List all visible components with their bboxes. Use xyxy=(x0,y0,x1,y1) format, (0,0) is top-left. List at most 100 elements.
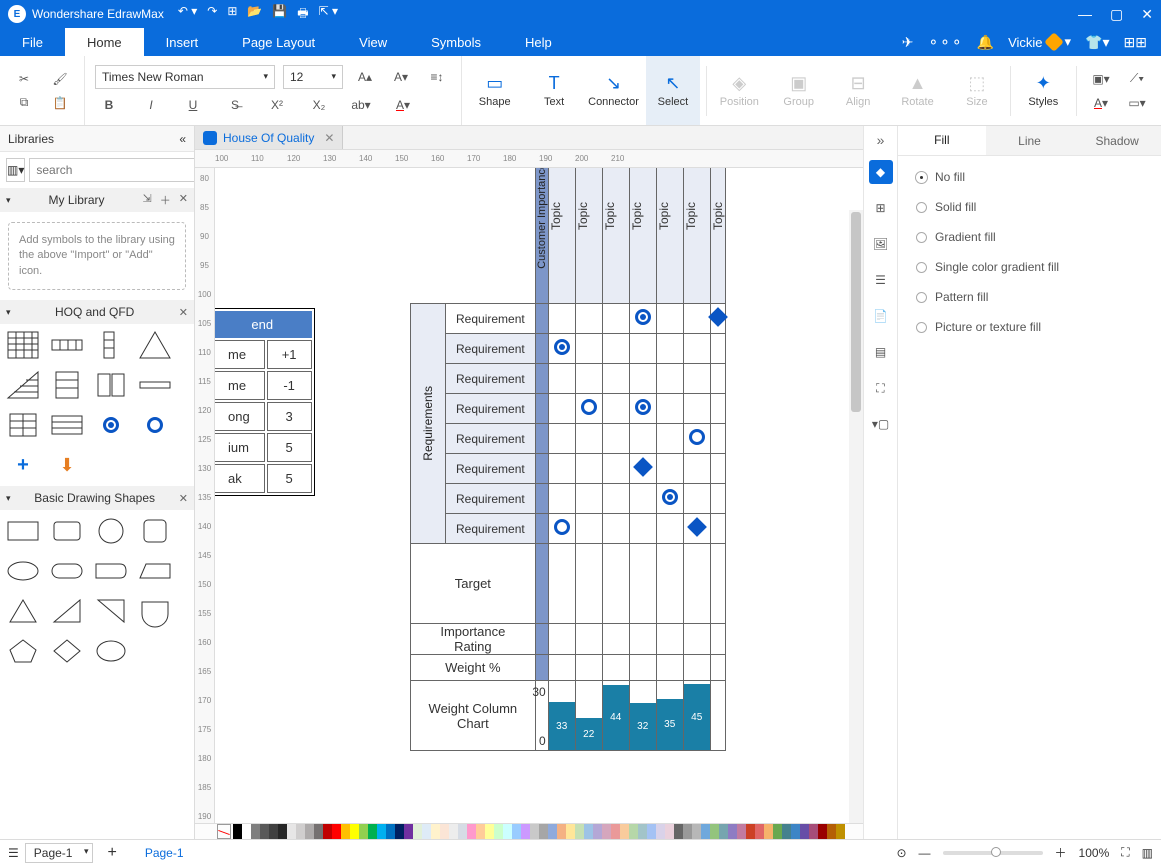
color-swatch[interactable] xyxy=(746,824,755,839)
lib-shape-strong-icon[interactable] xyxy=(94,410,128,440)
color-swatch[interactable] xyxy=(836,824,845,839)
color-swatch[interactable] xyxy=(494,824,503,839)
lib-shape[interactable] xyxy=(6,516,40,546)
fill-tool-icon[interactable]: ▣▾ xyxy=(1087,67,1115,91)
color-swatch[interactable] xyxy=(575,824,584,839)
color-swatch[interactable] xyxy=(386,824,395,839)
expand-panel-icon[interactable]: » xyxy=(877,132,885,148)
copy-icon[interactable]: ⧉ xyxy=(10,91,38,115)
select-button[interactable]: ↖Select xyxy=(646,56,699,125)
color-swatch[interactable] xyxy=(656,824,665,839)
canvas[interactable]: end me+1me-1ong3ium5ak5 Customer Importa… xyxy=(215,168,863,823)
color-swatch[interactable] xyxy=(800,824,809,839)
color-swatch[interactable] xyxy=(476,824,485,839)
color-swatch[interactable] xyxy=(809,824,818,839)
lib-shape[interactable] xyxy=(94,330,128,360)
font-color-icon[interactable]: A▾ xyxy=(389,93,417,117)
color-swatch[interactable] xyxy=(665,824,674,839)
redo-icon[interactable]: ↷ xyxy=(207,4,217,25)
hoq-grid[interactable]: Customer ImportanceTopicTopicTopicTopicT… xyxy=(410,168,726,751)
lib-shape[interactable] xyxy=(50,596,84,626)
send-icon[interactable]: ✈ xyxy=(902,34,914,51)
pages-menu-icon[interactable]: ☰ xyxy=(8,846,19,860)
color-swatch[interactable] xyxy=(404,824,413,839)
maximize-icon[interactable]: ▢ xyxy=(1110,6,1123,23)
line-spacing-icon[interactable]: ≡↕ xyxy=(423,65,451,89)
lib-shape[interactable] xyxy=(6,330,40,360)
color-swatch[interactable] xyxy=(296,824,305,839)
color-swatch[interactable] xyxy=(791,824,800,839)
font-name-select[interactable]: Times New Roman▾ xyxy=(95,65,275,89)
color-swatch[interactable] xyxy=(827,824,836,839)
color-swatch[interactable] xyxy=(566,824,575,839)
collapse-library-icon[interactable]: « xyxy=(179,132,186,146)
superscript-icon[interactable]: X² xyxy=(263,93,291,117)
color-swatch[interactable] xyxy=(692,824,701,839)
library-search-input[interactable] xyxy=(29,158,195,182)
menu-view[interactable]: View xyxy=(337,28,409,56)
menu-insert[interactable]: Insert xyxy=(144,28,221,56)
color-swatch[interactable] xyxy=(512,824,521,839)
apps-icon[interactable]: ⊞⊞ xyxy=(1124,34,1147,51)
color-swatch[interactable] xyxy=(728,824,737,839)
menu-file[interactable]: File xyxy=(0,28,65,56)
lib-shape[interactable] xyxy=(138,516,172,546)
lib-shape-medium-icon[interactable] xyxy=(138,410,172,440)
color-swatch[interactable] xyxy=(242,824,251,839)
zoom-slider[interactable] xyxy=(943,851,1043,855)
color-swatch[interactable] xyxy=(431,824,440,839)
font-size-select[interactable]: 12▾ xyxy=(283,65,343,89)
crop-tool-icon[interactable]: ⟋▾ xyxy=(1123,67,1151,91)
share-icon[interactable]: ⚬⚬⚬ xyxy=(927,34,962,51)
color-swatch[interactable] xyxy=(368,824,377,839)
color-swatch[interactable] xyxy=(485,824,494,839)
color-swatch[interactable] xyxy=(701,824,710,839)
color-swatch[interactable] xyxy=(557,824,566,839)
save-icon[interactable]: 💾 xyxy=(272,4,287,25)
option-picture-fill[interactable]: Picture or texture fill xyxy=(916,320,1143,334)
properties-panel-icon[interactable]: 📄 xyxy=(869,304,893,328)
color-swatch[interactable] xyxy=(449,824,458,839)
paste-icon[interactable]: 📋 xyxy=(46,91,74,115)
color-swatch[interactable] xyxy=(395,824,404,839)
close-cat-icon[interactable]: ✕ xyxy=(179,306,188,319)
page-tab[interactable]: Page-1 xyxy=(131,846,198,860)
color-swatch[interactable] xyxy=(440,824,449,839)
color-swatch[interactable] xyxy=(584,824,593,839)
zoom-out-icon[interactable]: — xyxy=(919,846,931,860)
my-library-category[interactable]: My Library ⇲＋✕ xyxy=(0,188,194,212)
print-icon[interactable]: 🖶 xyxy=(297,4,308,25)
option-single-gradient-fill[interactable]: Single color gradient fill xyxy=(916,260,1143,274)
lib-shape[interactable] xyxy=(50,410,84,440)
lib-shape[interactable] xyxy=(138,556,172,586)
highlight-icon[interactable]: ab▾ xyxy=(347,93,375,117)
underline-icon[interactable]: U xyxy=(179,93,207,117)
basic-shapes-category[interactable]: Basic Drawing Shapes ✕ xyxy=(0,486,194,510)
fullscreen-icon[interactable]: ⛶ xyxy=(1121,845,1129,860)
close-doc-icon[interactable]: ✕ xyxy=(324,131,334,145)
color-swatch[interactable] xyxy=(350,824,359,839)
lib-shape[interactable] xyxy=(94,516,128,546)
lib-shape[interactable] xyxy=(138,596,172,626)
lib-shape[interactable] xyxy=(50,516,84,546)
focus-panel-icon[interactable]: ⛶ xyxy=(869,376,893,400)
color-swatch[interactable] xyxy=(737,824,746,839)
strike-icon[interactable]: S̶ xyxy=(221,93,249,117)
styles-button[interactable]: ✦Styles xyxy=(1017,56,1070,125)
color-swatch[interactable] xyxy=(260,824,269,839)
page-fit-icon[interactable]: ▥ xyxy=(1142,846,1153,860)
connector-button[interactable]: ↘Connector xyxy=(587,56,640,125)
lib-shape[interactable] xyxy=(6,596,40,626)
menu-home[interactable]: Home xyxy=(65,28,144,56)
shrink-font-icon[interactable]: A▾ xyxy=(387,65,415,89)
color-swatch[interactable] xyxy=(314,824,323,839)
color-swatch[interactable] xyxy=(323,824,332,839)
minimize-icon[interactable]: — xyxy=(1078,6,1092,23)
color-swatch[interactable] xyxy=(710,824,719,839)
tab-fill[interactable]: Fill xyxy=(898,126,986,155)
cut-icon[interactable]: ✂ xyxy=(10,67,38,91)
option-gradient-fill[interactable]: Gradient fill xyxy=(916,230,1143,244)
color-swatch[interactable] xyxy=(269,824,278,839)
fill-panel-icon[interactable]: ◆ xyxy=(869,160,893,184)
lib-shape[interactable] xyxy=(6,556,40,586)
